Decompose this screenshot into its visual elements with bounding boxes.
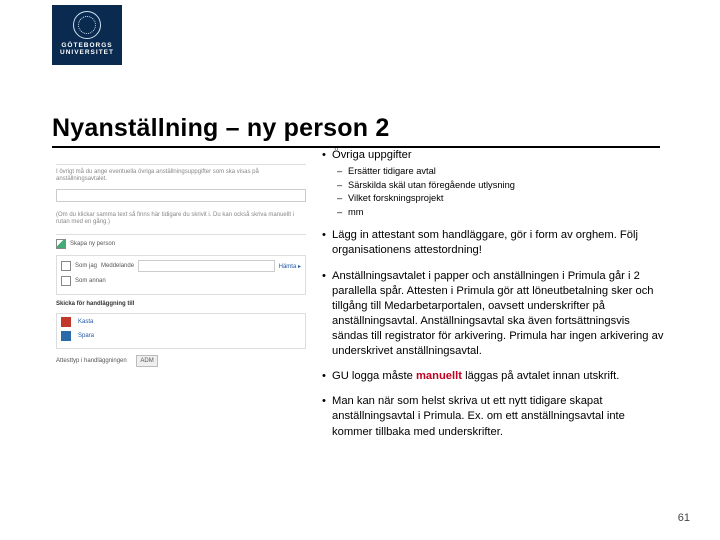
bullet-gu-logga: GU logga måste manuellt läggas på avtale… [332,369,666,384]
b3-post: läggas på avtalet innan utskrift. [462,370,619,382]
sub-sarskilda: Särskilda skäl utan föregående utlysning [348,179,666,192]
title-text: Nyanställning – ny person 2 [52,114,389,142]
trash-icon [61,317,71,327]
kasta-link: Kasta [78,319,93,325]
sub-mm: mm [348,206,666,219]
bullet-nar-som-helst: Man kan när som helst skriva ut ett nytt… [332,394,666,439]
logo-line1: GÖTEBORGS [52,42,122,49]
bullet-ovriga: Övriga uppgifter Ersätter tidigare avtal… [332,148,666,218]
seal-icon [73,11,101,39]
b3-pre: GU logga måste [332,370,416,382]
form-screenshot-mock: I övrigt må du ange eventuella övriga an… [56,153,306,368]
bullet-content: Övriga uppgifter Ersätter tidigare avtal… [320,148,666,446]
logo-line2: UNIVERSITET [52,49,122,56]
sub-ersatter: Ersätter tidigare avtal [348,165,666,178]
checkbox-icon [56,239,66,249]
bullet-attestant: Lägg in attestant som handläggare, gör i… [332,228,666,258]
university-logo: GÖTEBORGS UNIVERSITET [52,5,122,65]
skapa-label: Skapa ny person [70,241,115,247]
dropdown: ADM [136,355,157,367]
save-icon [61,331,71,341]
page-title: Nyanställning – ny person 2 [52,114,389,143]
sub-vilket: Vilket forskningsprojekt [348,192,666,205]
spara-link: Spara [78,333,94,339]
b0-label: Övriga uppgifter [332,149,412,161]
page-number: 61 [678,512,690,524]
b3-em: manuellt [416,370,462,382]
bullet-anstallningsavtal: Anställningsavtalet i papper och anställ… [332,269,666,360]
